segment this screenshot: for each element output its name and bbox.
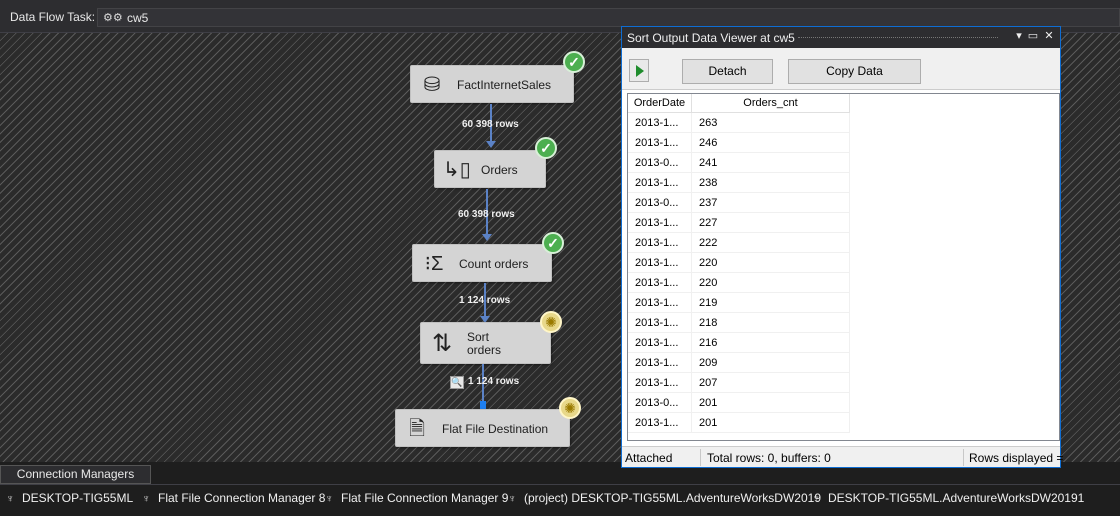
- play-icon: [636, 65, 644, 77]
- connection-icon: ♆: [6, 493, 15, 505]
- cell-orderdate[interactable]: 2013-1...: [628, 213, 692, 233]
- node-label: Flat File Destination: [442, 422, 549, 436]
- file-destination-icon: 🗎: [408, 418, 426, 440]
- status-separator: [963, 449, 964, 466]
- cell-orders-cnt[interactable]: 220: [692, 253, 850, 273]
- cell-orderdate[interactable]: 2013-1...: [628, 333, 692, 353]
- sigma-icon: ⁝Σ: [424, 253, 444, 275]
- data-viewer-window[interactable]: Sort Output Data Viewer at cw5 ▾ ▭ ✕ Det…: [621, 26, 1064, 468]
- close-icon[interactable]: ✕: [1042, 29, 1056, 42]
- data-viewer-magnifier-icon[interactable]: 🔍: [450, 376, 464, 389]
- cell-orders-cnt[interactable]: 220: [692, 273, 850, 293]
- cell-orderdate[interactable]: 2013-0...: [628, 193, 692, 213]
- success-check-icon: ✓: [563, 51, 585, 73]
- connection-icon: ♆: [325, 493, 334, 505]
- cell-orderdate[interactable]: 2013-0...: [628, 153, 692, 173]
- connection-manager-item[interactable]: ♆ DESKTOP-TIG55ML: [6, 491, 133, 505]
- data-viewer-toolbar: Detach Copy Data: [622, 48, 1060, 90]
- database-arrow-icon: ⛁: [423, 74, 441, 96]
- column-header-orderdate[interactable]: OrderDate: [628, 94, 692, 113]
- cell-orders-cnt[interactable]: 237: [692, 193, 850, 213]
- cell-orders-cnt[interactable]: 219: [692, 293, 850, 313]
- cell-orderdate[interactable]: 2013-0...: [628, 393, 692, 413]
- cell-orders-cnt[interactable]: 201: [692, 393, 850, 413]
- cell-orderdate[interactable]: 2013-1...: [628, 413, 692, 433]
- data-viewer-title: Sort Output Data Viewer at cw5: [627, 31, 795, 45]
- status-rows-displayed: Rows displayed =: [969, 451, 1064, 465]
- node-orders[interactable]: ↳▯ Orders: [434, 150, 546, 188]
- connection-manager-item[interactable]: ♆ Flat File Connection Manager 8: [142, 491, 325, 505]
- success-check-icon: ✓: [535, 137, 557, 159]
- data-viewer-statusbar: Attached Total rows: 0, buffers: 0 Rows …: [622, 446, 1064, 467]
- continue-button[interactable]: [629, 59, 649, 82]
- node-label: Orders: [481, 163, 518, 177]
- data-flow-task-label: Data Flow Task:: [10, 10, 96, 24]
- cell-orders-cnt[interactable]: 238: [692, 173, 850, 193]
- connection-manager-item[interactable]: ♆ (project) DESKTOP-TIG55ML.AdventureWork…: [508, 491, 821, 505]
- connection-icon: ♆: [508, 493, 517, 505]
- column-header-orders-cnt[interactable]: Orders_cnt: [692, 94, 850, 113]
- dropdown-icon[interactable]: ▾: [1012, 29, 1026, 42]
- node-label: Sort orders: [467, 330, 502, 357]
- path-rows-count: 60 398 rows: [458, 209, 515, 220]
- node-flat-file-destination[interactable]: 🗎 Flat File Destination: [395, 409, 570, 447]
- data-grid[interactable]: OrderDate Orders_cnt 2013-1... 263 2013-1.…: [627, 93, 1060, 441]
- cell-orders-cnt[interactable]: 263: [692, 113, 850, 133]
- task-icon: ⚙⚙: [103, 12, 123, 24]
- task-name: cw5: [127, 11, 149, 25]
- conditional-split-icon: ↳▯: [443, 159, 471, 181]
- cell-orderdate[interactable]: 2013-1...: [628, 293, 692, 313]
- cell-orderdate[interactable]: 2013-1...: [628, 353, 692, 373]
- status-separator: [700, 449, 701, 466]
- cell-orderdate[interactable]: 2013-1...: [628, 173, 692, 193]
- cell-orders-cnt[interactable]: 209: [692, 353, 850, 373]
- connection-icon: ♆: [142, 493, 151, 505]
- node-sort-orders[interactable]: ⇅ Sort orders: [420, 322, 551, 364]
- copy-data-button[interactable]: Copy Data: [788, 59, 921, 84]
- cell-orderdate[interactable]: 2013-1...: [628, 113, 692, 133]
- cell-orderdate[interactable]: 2013-1...: [628, 233, 692, 253]
- path-arrow-icon: [482, 234, 492, 241]
- path-rows-count: 1 124 rows: [468, 376, 520, 387]
- cell-orderdate[interactable]: 2013-1...: [628, 373, 692, 393]
- node-count-orders[interactable]: ⁝Σ Count orders: [412, 244, 552, 282]
- cell-orders-cnt[interactable]: 227: [692, 213, 850, 233]
- status-total-rows: Total rows: 0, buffers: 0: [707, 451, 831, 465]
- connection-managers-bar: ♆ DESKTOP-TIG55ML ♆ Flat File Connection M…: [0, 484, 1120, 516]
- data-viewer-titlebar[interactable]: Sort Output Data Viewer at cw5 ▾ ▭ ✕: [622, 27, 1060, 48]
- connection-manager-item[interactable]: ♆ Flat File Connection Manager 9: [325, 491, 508, 505]
- maximize-icon[interactable]: ▭: [1026, 29, 1040, 42]
- node-label: FactInternetSales: [457, 78, 552, 92]
- node-label: Count orders: [459, 257, 529, 271]
- path-arrow-icon: [486, 141, 496, 148]
- cell-orders-cnt[interactable]: 207: [692, 373, 850, 393]
- node-fact-internet-sales[interactable]: ⛁ FactInternetSales: [410, 65, 574, 103]
- connection-manager-item[interactable]: ♆ DESKTOP-TIG55ML.AdventureWorksDW20191: [812, 491, 1084, 505]
- path-rows-count: 60 398 rows: [462, 119, 519, 130]
- path-anchor: [480, 401, 486, 409]
- in-progress-icon: ✺: [540, 311, 562, 333]
- cell-orders-cnt[interactable]: 246: [692, 133, 850, 153]
- cell-orders-cnt[interactable]: 222: [692, 233, 850, 253]
- in-progress-icon: ✺: [559, 397, 581, 419]
- tab-connection-managers[interactable]: Connection Managers: [0, 465, 151, 484]
- cell-orders-cnt[interactable]: 201: [692, 413, 850, 433]
- cell-orderdate[interactable]: 2013-1...: [628, 133, 692, 153]
- path-rows-count: 1 124 rows: [459, 295, 511, 306]
- cell-orderdate[interactable]: 2013-1...: [628, 253, 692, 273]
- detach-button[interactable]: Detach: [682, 59, 773, 84]
- success-check-icon: ✓: [542, 232, 564, 254]
- status-attached: Attached: [625, 451, 673, 465]
- cell-orders-cnt[interactable]: 218: [692, 313, 850, 333]
- sort-arrows-icon: ⇅: [431, 330, 453, 357]
- connection-icon: ♆: [812, 493, 821, 505]
- cell-orders-cnt[interactable]: 241: [692, 153, 850, 173]
- ssis-designer: Data Flow Task: ⚙⚙ cw5 ⛁ FactInternetSal…: [0, 0, 1120, 516]
- titlebar-grip: [798, 37, 998, 39]
- cell-orderdate[interactable]: 2013-1...: [628, 273, 692, 293]
- cell-orderdate[interactable]: 2013-1...: [628, 313, 692, 333]
- data-flow-task-selector[interactable]: ⚙⚙ cw5: [97, 8, 1120, 27]
- cell-orders-cnt[interactable]: 216: [692, 333, 850, 353]
